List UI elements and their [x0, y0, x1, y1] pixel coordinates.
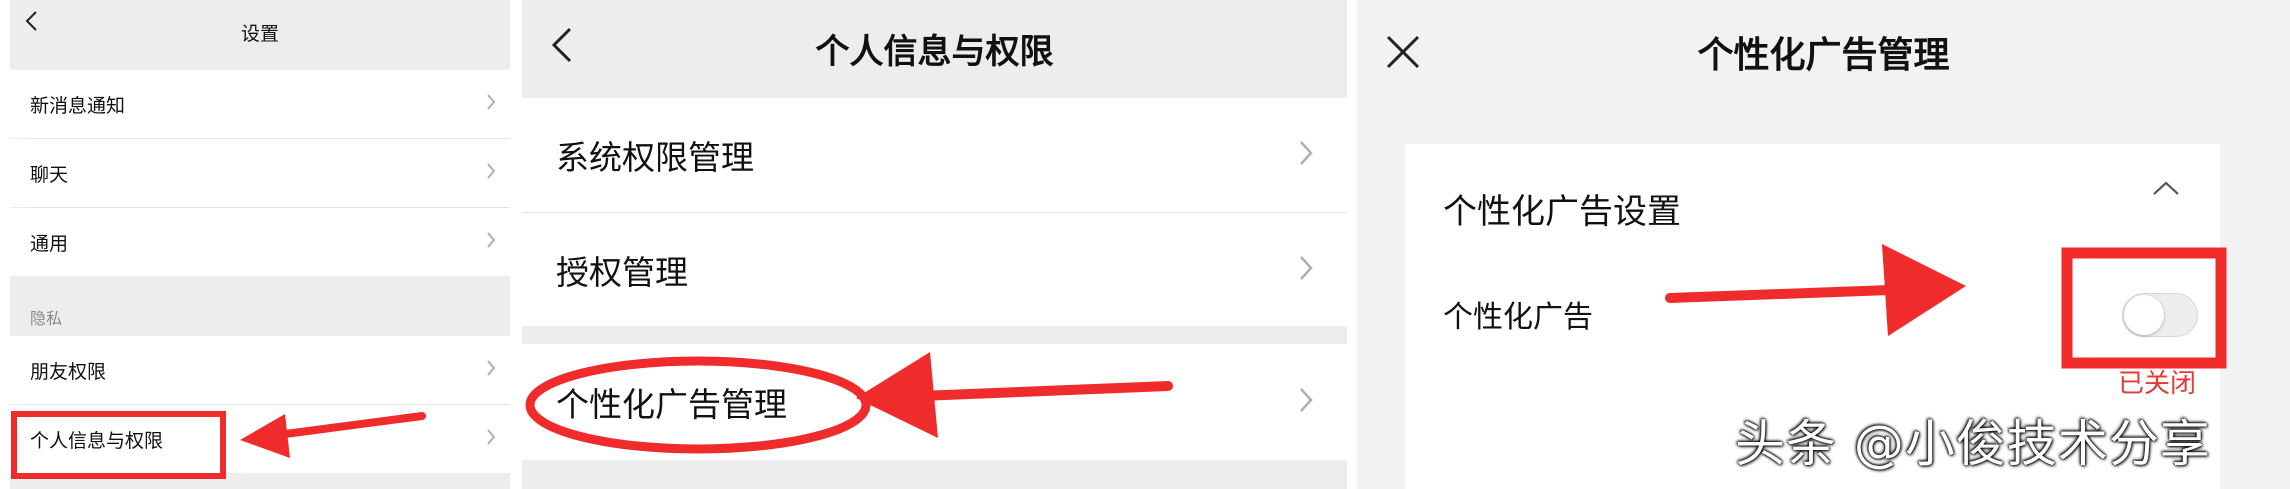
arrow-personal-info-shaft [266, 412, 426, 440]
arrow-toggle-head [1882, 244, 1966, 336]
watermark-text: 头条 @小俊技术分享 [1735, 415, 2211, 473]
arrow-personalized-ads-shaft [915, 381, 1173, 401]
arrow-toggle-shaft [1665, 285, 1895, 303]
highlight-box-toggle [2061, 247, 2227, 369]
highlight-ellipse-personalized-ads [525, 356, 871, 454]
arrow-personalized-ads-head [856, 352, 938, 438]
arrow-personal-info-head [240, 414, 290, 458]
highlight-box-personal-info [11, 411, 226, 479]
